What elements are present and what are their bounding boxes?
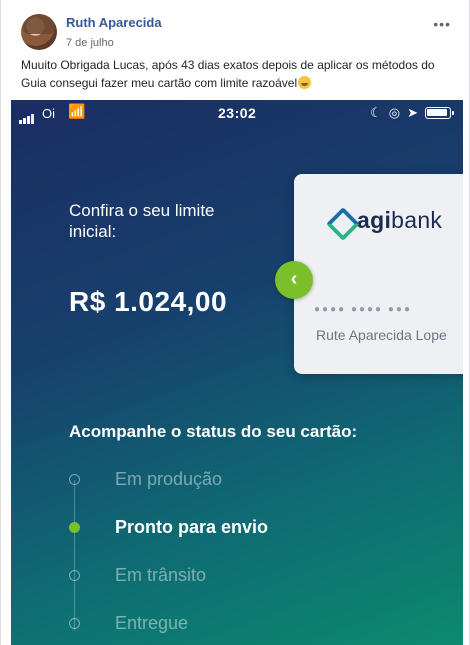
step-label: Em produção	[115, 468, 223, 489]
author-name[interactable]: Ruth Aparecida	[66, 15, 162, 30]
moon-icon: ☾	[370, 105, 382, 120]
status-step-em-producao: Em produção	[69, 467, 222, 491]
status-section-title: Acompanhe o status do seu cartão:	[69, 422, 358, 441]
post-text: Muuito Obrigada Lucas, após 43 dias exat…	[21, 56, 456, 92]
card-brand: agibank	[357, 207, 442, 234]
limit-caption: Confira o seu limite inicial:	[69, 201, 215, 241]
avatar[interactable]	[21, 14, 57, 50]
post-body: Muuito Obrigada Lucas, após 43 dias exat…	[21, 58, 435, 90]
agibank-logo: agibank	[329, 207, 442, 234]
brand-suffix: bank	[391, 207, 443, 233]
status-step-entregue: Entregue	[69, 611, 188, 635]
status-step-pronto-para-envio: Pronto para envio	[69, 515, 268, 539]
timeline-line	[74, 480, 75, 630]
step-dot	[69, 473, 80, 485]
carrier-label: Oi	[42, 106, 55, 121]
battery-icon	[425, 107, 454, 119]
signal-icon	[19, 109, 35, 124]
status-right: ☾ ◎ ➤	[370, 105, 454, 121]
credit-card[interactable]: agibank ●●●● ●●●● ●●● Rute Aparecida Lop…	[294, 174, 463, 374]
status-bar: Oi 📶 23:02 ☾ ◎ ➤	[11, 100, 463, 126]
step-dot	[69, 617, 80, 629]
lock-rotation-icon: ◎	[388, 105, 401, 120]
post-date[interactable]: 7 de julho	[66, 37, 114, 49]
laughing-face-emoji-icon	[298, 76, 312, 89]
facebook-post: Ruth Aparecida 7 de julho ••• Muuito Obr…	[0, 0, 470, 645]
step-label: Pronto para envio	[115, 516, 269, 537]
wifi-icon: 📶	[68, 103, 86, 119]
location-icon: ➤	[407, 105, 418, 120]
limit-amount: R$ 1.024,00	[69, 286, 228, 317]
chevron-left-button[interactable]: ‹	[275, 261, 313, 299]
step-label: Entregue	[115, 612, 189, 633]
agibank-mark-icon	[329, 210, 351, 232]
card-number-masked: ●●●● ●●●● ●●●	[314, 304, 412, 315]
brand-prefix: agi	[357, 207, 392, 233]
step-label: Em trânsito	[115, 564, 207, 585]
step-dot	[69, 569, 80, 581]
step-dot	[69, 521, 80, 533]
status-time: 23:02	[218, 105, 257, 121]
status-step-em-transito: Em trânsito	[69, 563, 206, 587]
card-holder-name: Rute Aparecida Lope	[316, 327, 447, 343]
more-options-icon[interactable]: •••	[433, 16, 451, 32]
phone-screenshot: Oi 📶 23:02 ☾ ◎ ➤ Confira o seu limite in…	[11, 100, 463, 645]
